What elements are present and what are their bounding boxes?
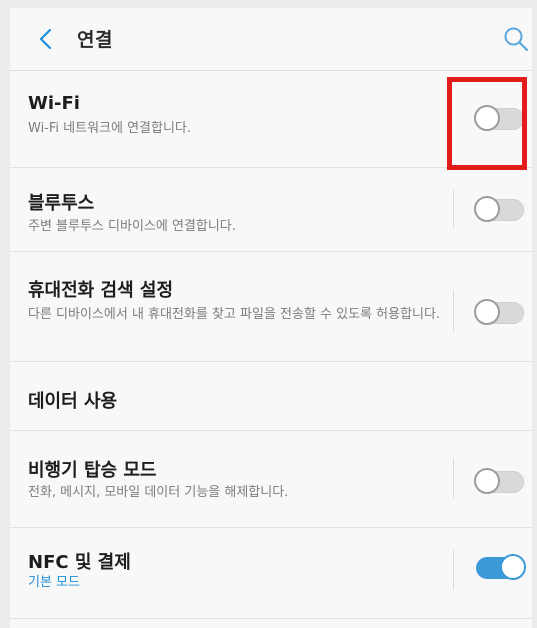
setting-row-nfc[interactable]: NFC 및 결제 기본 모드 xyxy=(10,528,532,619)
search-icon[interactable] xyxy=(503,26,529,52)
divider xyxy=(453,550,454,590)
setting-title: 비행기 탑승 모드 xyxy=(28,460,157,481)
setting-title: 휴대전화 검색 설정 xyxy=(28,280,174,301)
setting-subtitle: 주변 블루투스 디바이스에 연결합니다. xyxy=(28,219,236,234)
nfc-toggle[interactable] xyxy=(476,554,526,580)
setting-row-airplane-mode[interactable]: 비행기 탑승 모드 전화, 메시지, 모바일 데이터 기능을 해제합니다. xyxy=(10,431,532,528)
setting-row-bluetooth[interactable]: 블루투스 주변 블루투스 디바이스에 연결합니다. xyxy=(10,168,532,252)
toggle-knob xyxy=(500,554,526,580)
setting-title: NFC 및 결제 xyxy=(28,552,131,573)
airplane-mode-toggle[interactable] xyxy=(474,468,524,494)
setting-subtitle: 기본 모드 xyxy=(28,575,80,590)
divider xyxy=(453,290,454,332)
setting-title: Wi-Fi xyxy=(28,93,80,114)
setting-title: 데이터 사용 xyxy=(28,391,118,412)
app-header: 연결 xyxy=(10,8,532,71)
setting-row-find-phone[interactable]: 휴대전화 검색 설정 다른 디바이스에서 내 휴대전화를 찾고 파일을 전송할 … xyxy=(10,252,532,362)
setting-row-data-usage[interactable]: 데이터 사용 xyxy=(10,362,532,431)
chevron-left-icon[interactable] xyxy=(34,24,58,54)
divider xyxy=(453,190,454,228)
setting-subtitle: 전화, 메시지, 모바일 데이터 기능을 해제합니다. xyxy=(28,485,289,500)
setting-subtitle: Wi-Fi 네트워크에 연결합니다. xyxy=(28,121,192,136)
toggle-knob xyxy=(474,299,500,325)
find-phone-toggle[interactable] xyxy=(474,299,524,325)
highlight-box xyxy=(447,77,527,170)
toggle-knob xyxy=(474,196,500,222)
setting-subtitle: 다른 디바이스에서 내 휴대전화를 찾고 파일을 전송할 수 있도록 허용합니다… xyxy=(28,307,441,322)
divider xyxy=(453,458,454,498)
bluetooth-toggle[interactable] xyxy=(474,196,524,222)
toggle-knob xyxy=(474,468,500,494)
page-title: 연결 xyxy=(77,29,113,51)
setting-title: 블루투스 xyxy=(28,193,95,214)
